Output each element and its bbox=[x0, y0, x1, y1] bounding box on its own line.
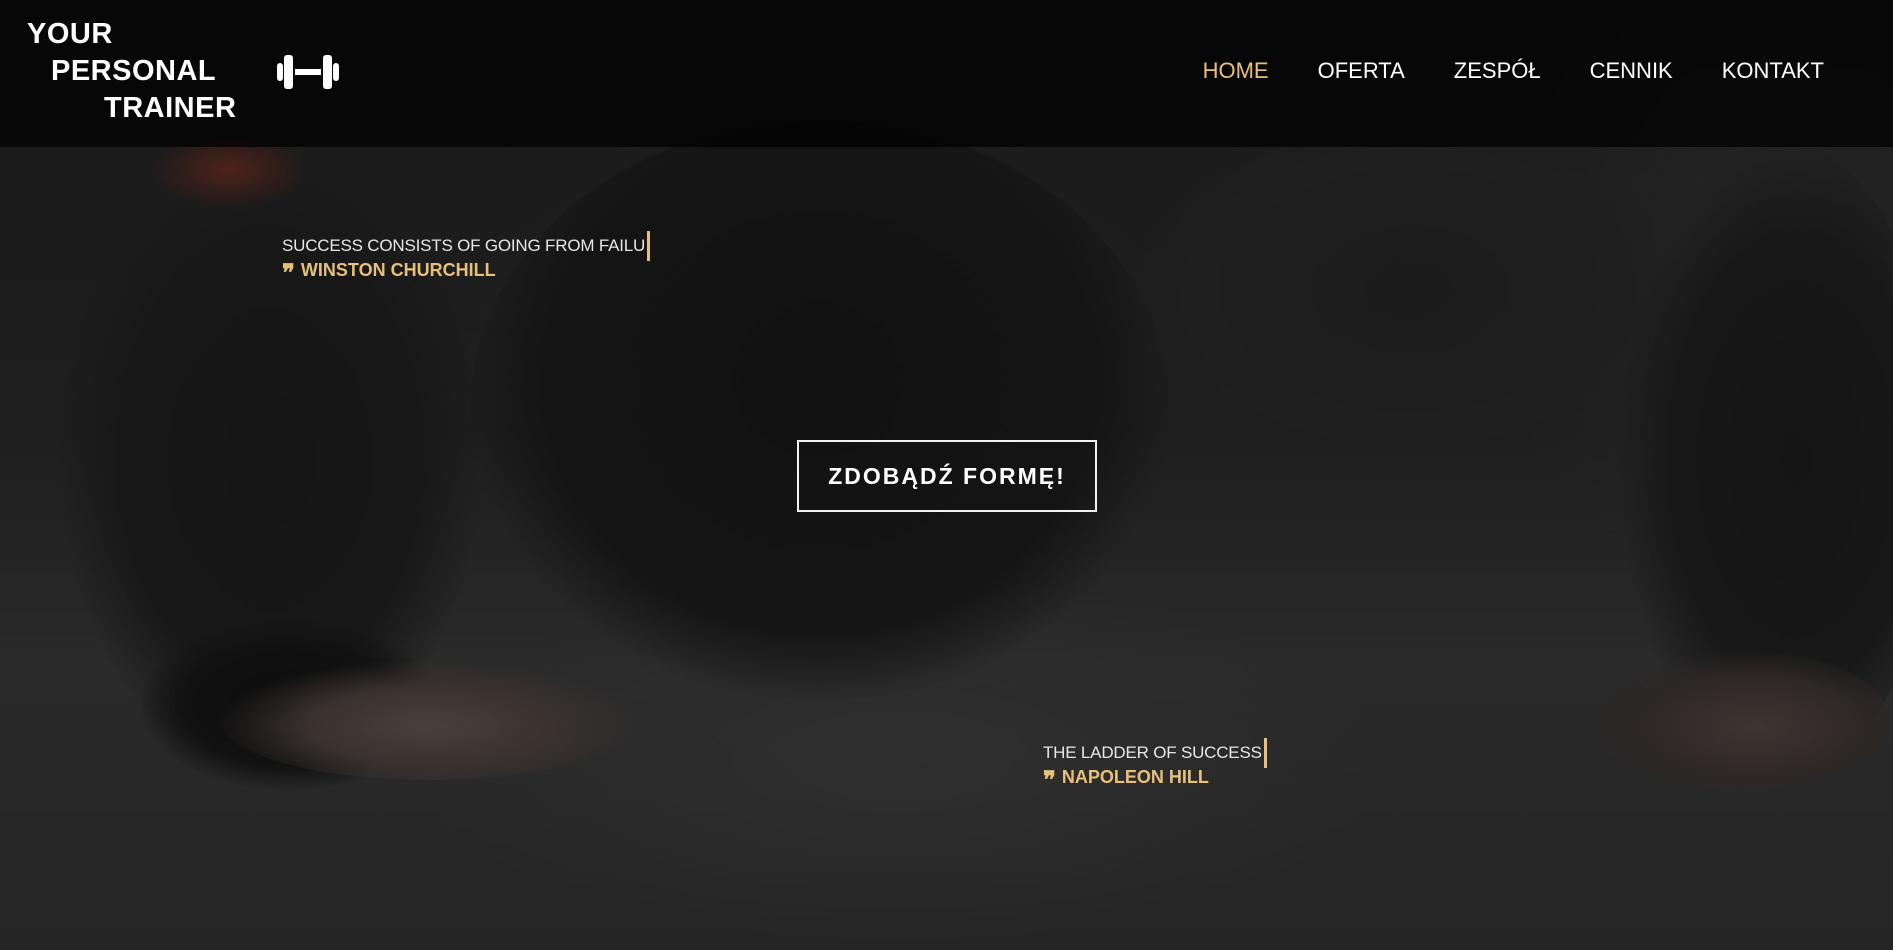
quote-author: NAPOLEON HILL bbox=[1061, 767, 1209, 787]
brand-line-1: YOUR bbox=[27, 18, 113, 50]
nav-oferta[interactable]: OFERTA bbox=[1318, 58, 1405, 84]
top-navbar: YOUR PERSONAL TRAINER HOME OFERTA ZESPÓŁ… bbox=[0, 0, 1893, 147]
get-fit-button[interactable]: ZDOBĄDŹ FORMĘ! bbox=[797, 440, 1097, 512]
quote-text: SUCCESS CONSISTS OF GOING FROM FAILU bbox=[282, 231, 651, 261]
brand-logo[interactable]: YOUR PERSONAL TRAINER bbox=[0, 18, 240, 128]
background-photo-head bbox=[1130, 110, 1690, 470]
nav-zespol[interactable]: ZESPÓŁ bbox=[1454, 58, 1541, 84]
quote-icon: ❞ bbox=[282, 258, 295, 287]
main-nav: HOME OFERTA ZESPÓŁ CENNIK KONTAKT bbox=[1203, 58, 1824, 84]
brand-line-2: PERSONAL bbox=[51, 55, 217, 87]
quote-text: THE LADDER OF SUCCESS bbox=[1043, 738, 1267, 768]
brand-line-3: TRAINER bbox=[104, 92, 237, 124]
dumbbell-icon bbox=[277, 55, 339, 89]
quote-icon: ❞ bbox=[1043, 765, 1056, 794]
nav-home[interactable]: HOME bbox=[1203, 58, 1269, 84]
quote-hill: THE LADDER OF SUCCESS ❞ NAPOLEON HILL bbox=[1043, 738, 1267, 794]
quote-author-row: ❞ WINSTON CHURCHILL bbox=[282, 258, 650, 287]
nav-kontakt[interactable]: KONTAKT bbox=[1722, 58, 1824, 84]
quote-churchill: SUCCESS CONSISTS OF GOING FROM FAILU ❞ W… bbox=[282, 231, 651, 287]
background-photo-body bbox=[470, 120, 1170, 700]
background-photo-hand-right bbox=[1590, 650, 1890, 790]
background-photo-hand-left bbox=[220, 660, 640, 780]
quote-author-row: ❞ NAPOLEON HILL bbox=[1043, 765, 1267, 794]
quote-author: WINSTON CHURCHILL bbox=[300, 260, 496, 280]
nav-cennik[interactable]: CENNIK bbox=[1590, 58, 1673, 84]
